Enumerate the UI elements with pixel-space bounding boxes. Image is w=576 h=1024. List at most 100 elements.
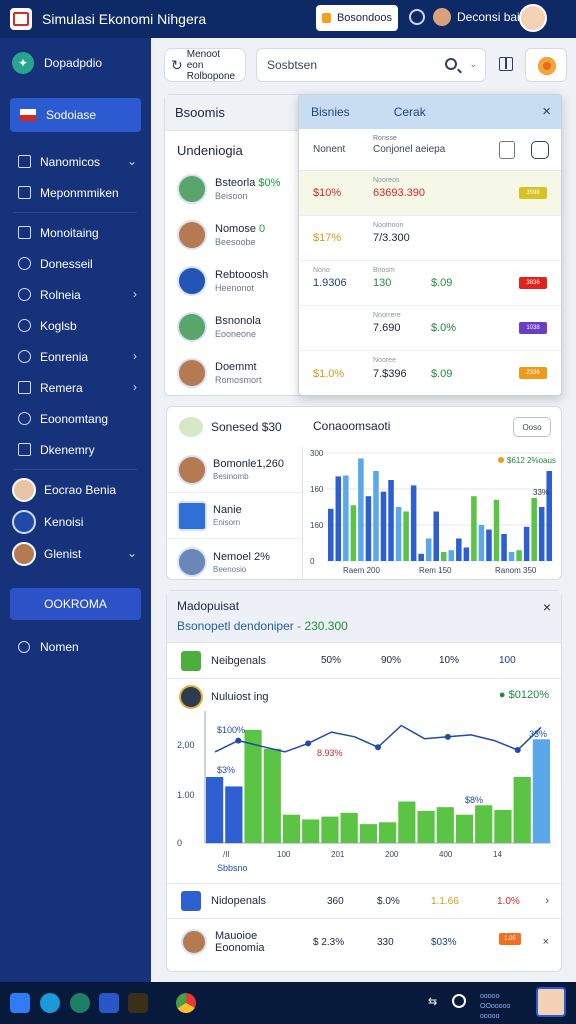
layout-icon[interactable]: [499, 57, 513, 71]
sidebar-item-7[interactable]: Remera ›: [0, 372, 151, 403]
person-name: Rebtooosh: [215, 269, 269, 281]
sidebar-footer-item[interactable]: Nomen: [0, 632, 151, 662]
sidebar-item-0[interactable]: Nanomicos ⌄: [0, 146, 151, 177]
chart-bar: [282, 814, 301, 843]
edit-app-icon[interactable]: [40, 993, 60, 1013]
power-icon[interactable]: [452, 994, 466, 1008]
x-tick-label: Ranom 350: [495, 566, 537, 575]
search-icon[interactable]: [445, 58, 457, 70]
close-icon[interactable]: ×: [543, 936, 549, 948]
sidebar-brand[interactable]: ✦ Dopadpdio: [0, 38, 151, 88]
line-point: [375, 744, 381, 751]
person-sub: Romosmort: [215, 375, 262, 385]
user-icon: [12, 510, 36, 534]
sidebar-user-2[interactable]: Glenist ⌄: [0, 538, 151, 570]
sidebar-active-label: Sodoiase: [46, 108, 97, 122]
sidebar-item-6[interactable]: Eonrenia ›: [0, 341, 151, 372]
table-row[interactable]: Nooree $1.0% 7.$396 $.09 2336: [299, 351, 561, 396]
app-launcher-icon[interactable]: [10, 993, 30, 1013]
table-row[interactable]: Nooreos $10% 63693.390 3598: [299, 171, 561, 216]
sidebar-item-5[interactable]: Koglsb: [0, 310, 151, 341]
row-note: Bnosm: [373, 267, 395, 274]
person-name: Bsnonola: [215, 315, 261, 327]
cell: 130: [373, 277, 392, 289]
table-row[interactable]: Nnorrere 7.690 $.0% 1038: [299, 306, 561, 351]
chart-bar: [441, 552, 447, 561]
table-row[interactable]: Nono Bnosm 1.9306 130 $.09 3836: [299, 261, 561, 306]
chip-line1: Menoot eon: [186, 48, 221, 71]
avatar: [177, 358, 207, 388]
chart-bar: [410, 485, 417, 561]
avatar: [12, 542, 36, 566]
chevron-right-icon[interactable]: ›: [545, 895, 549, 907]
chart-bar: [343, 475, 349, 561]
data-label: 33%: [529, 729, 547, 739]
x-tick-label: 14: [493, 850, 502, 859]
table-row[interactable]: Mauoioe Eoonomia $ 2.3% 330 $03% 1.05 ×: [167, 921, 563, 963]
chart-bar: [478, 525, 485, 561]
cell: $.09: [431, 367, 453, 380]
sidebar-item-label: Monoitaing: [40, 225, 99, 240]
person-sub: Beesoobe: [215, 237, 256, 247]
x-tick-label: Rem 150: [419, 566, 452, 575]
row-note: Nooreos: [373, 177, 400, 184]
chart-bar: [523, 526, 530, 561]
profile-avatar[interactable]: [519, 4, 547, 32]
browser-app-icon[interactable]: [176, 993, 196, 1013]
sidebar-footer-label: Nomen: [40, 640, 79, 654]
chevron-down-icon[interactable]: ⌄: [469, 59, 477, 70]
sidebar-item-label: Koglsb: [40, 318, 77, 333]
sidebar-item-8[interactable]: Eoonomtang: [0, 403, 151, 434]
close-icon[interactable]: ×: [542, 103, 551, 120]
search-input[interactable]: Sosbtsen: [267, 58, 317, 72]
data-label: 33%: [533, 488, 549, 497]
record-icon[interactable]: [531, 141, 549, 159]
title-action-button[interactable]: Bosondoos: [316, 5, 398, 31]
cell: 330: [377, 936, 394, 948]
sidebar-divider: [14, 212, 137, 213]
sidebar-item-1[interactable]: Meponmmiken: [0, 177, 151, 208]
chart-bar: [244, 729, 262, 843]
column-header: Conjonel aeiepa: [373, 144, 446, 155]
taskbar-avatar[interactable]: [536, 987, 566, 1017]
chart-bar: [532, 739, 550, 843]
chart-bar: [388, 480, 394, 561]
settings-icon[interactable]: [409, 9, 425, 25]
sidebar-user-0[interactable]: Eocrao Benia: [0, 474, 151, 506]
column-note: Ronsse: [373, 135, 397, 142]
cell: $03%: [431, 936, 457, 948]
chart-bar: [340, 812, 358, 843]
chat-app-icon[interactable]: [70, 993, 90, 1013]
data-label: 8.93%: [317, 748, 343, 758]
files-app-icon[interactable]: [128, 993, 148, 1013]
tab-bisnies[interactable]: Bisnies: [311, 105, 350, 119]
sidebar-user-1[interactable]: Kenoisi: [0, 506, 151, 538]
chart-bar: [225, 786, 243, 843]
tab-cerak[interactable]: Cerak: [394, 105, 426, 119]
sidebar-item-3[interactable]: Donesseil: [0, 248, 151, 279]
sidebar-item-2[interactable]: Monoitaing: [0, 217, 151, 248]
context-chip[interactable]: ↻ Menoot eon Rolbopone: [164, 48, 246, 82]
overview-card: Sonesed $30 Conaoomsaoti Ooso Bomonle1,2…: [166, 406, 562, 580]
analysis-card: Madopuisat Bsonopetl dendoniper - 230.30…: [166, 590, 563, 972]
chart-bar: [501, 534, 507, 561]
x-tick-label: 201: [331, 850, 345, 859]
category-icon: [181, 891, 201, 911]
globe-icon: [18, 288, 31, 301]
list-icon: [18, 443, 31, 456]
sidebar-item-4[interactable]: Rolneia ›: [0, 279, 151, 310]
document-app-icon[interactable]: [99, 993, 119, 1013]
sidebar-primary-button[interactable]: OOKROMA: [10, 588, 141, 620]
sidebar-item-label: Eoonomtang: [40, 411, 109, 426]
search-bar[interactable]: Sosbtsen ⌄: [256, 48, 486, 82]
table-row[interactable]: Nootnoon $17% 7/3.300: [299, 216, 561, 261]
sidebar-item-9[interactable]: Dkenemry: [0, 434, 151, 465]
title-user[interactable]: Deconsi bai: [433, 8, 520, 26]
copy-icon[interactable]: [499, 141, 515, 159]
notification-button[interactable]: [525, 48, 567, 82]
sidebar-item-active[interactable]: Sodoiase: [10, 98, 141, 132]
table-row[interactable]: Nidopenals 360 $.0% 1.1.66 1.0% ›: [167, 883, 563, 919]
share-icon[interactable]: ⇆: [428, 995, 437, 1008]
legend-label: Sbbsno: [217, 863, 248, 873]
status-badge: 1.05: [499, 933, 521, 945]
